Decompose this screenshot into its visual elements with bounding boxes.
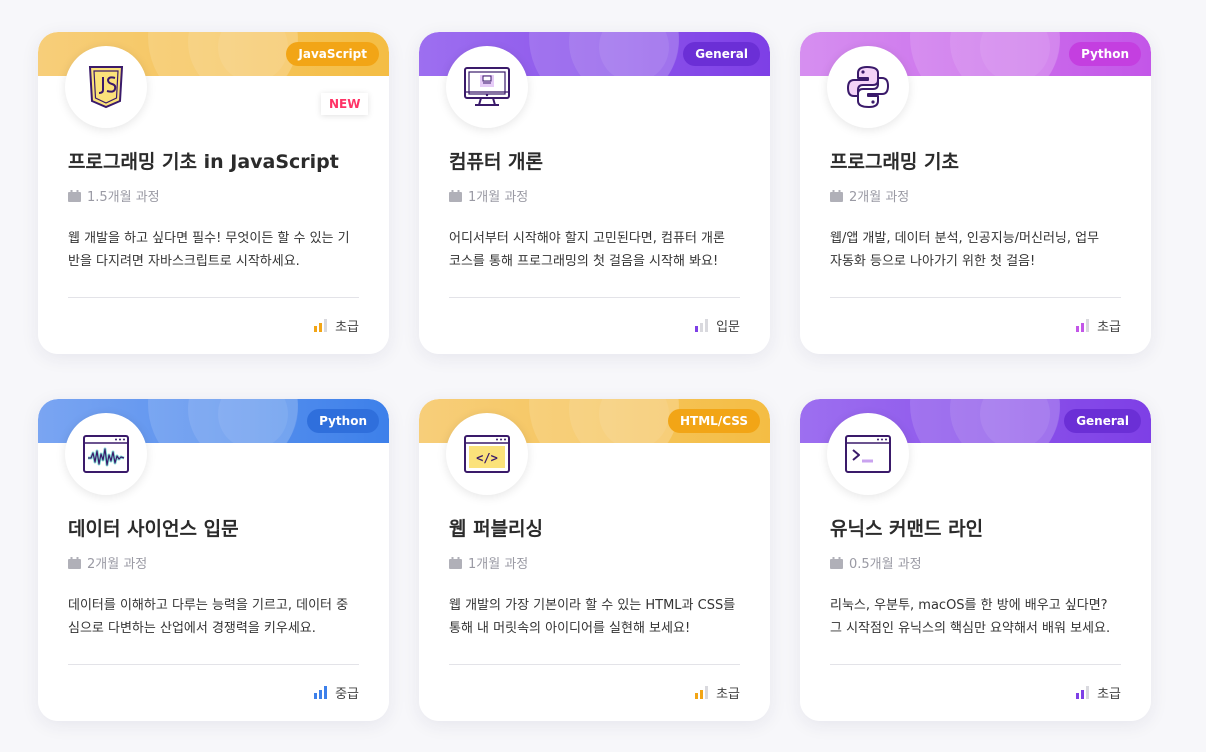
course-title: 유닉스 커맨드 라인: [830, 518, 984, 540]
course-level: 초급: [695, 683, 740, 702]
divider: [830, 297, 1121, 298]
level-label: 초급: [1097, 687, 1121, 702]
divider: [68, 297, 359, 298]
divider: [68, 664, 359, 665]
category-badge: JavaScript: [286, 42, 379, 66]
course-title: 프로그래밍 기초 in JavaScript: [68, 151, 339, 173]
divider: [449, 664, 740, 665]
new-badge: NEW: [321, 93, 369, 115]
duration-label: 1.5개월 과정: [87, 190, 160, 205]
level-label: 초급: [1097, 320, 1121, 335]
calendar-icon: [830, 556, 843, 569]
course-card-data-science[interactable]: Python 데이터 사이언스 입문 2개월 과정 데이터를 이해하고 다루는 …: [38, 399, 389, 721]
course-card-web-publishing[interactable]: HTML/CSS </> 웹 퍼블리싱 1개월 과정 웹 개발의 가장 기본이라…: [419, 399, 770, 721]
course-title: 데이터 사이언스 입문: [68, 518, 239, 540]
course-description: 웹 개발을 하고 싶다면 필수! 무엇이든 할 수 있는 기 반을 다지려면 자…: [68, 231, 350, 269]
category-badge: General: [683, 42, 760, 66]
level-bars-icon: [1076, 319, 1090, 332]
course-description: 웹/앱 개발, 데이터 분석, 인공지능/머신러닝, 업무 자동화 등으로 나아…: [830, 231, 1100, 269]
level-bars-icon: [695, 319, 709, 332]
course-level: 중급: [314, 683, 359, 702]
course-description: 어디서부터 시작해야 할지 고민된다면, 컴퓨터 개론 코스를 통해 프로그래밍…: [449, 231, 725, 269]
course-level: 초급: [1076, 683, 1121, 702]
level-bars-icon: [695, 686, 709, 699]
category-badge: General: [1064, 409, 1141, 433]
course-title: 웹 퍼블리싱: [449, 518, 544, 540]
course-duration: 2개월 과정: [830, 186, 909, 205]
javascript-icon: [65, 46, 147, 128]
course-description: 웹 개발의 가장 기본이라 할 수 있는 HTML과 CSS를 통해 내 머릿속…: [449, 598, 736, 636]
course-duration: 1개월 과정: [449, 553, 528, 572]
level-label: 초급: [716, 687, 740, 702]
course-card-unix-command-line[interactable]: General 유닉스 커맨드 라인 0.5개월 과정 리눅스, 우분투, ma…: [800, 399, 1151, 721]
level-bars-icon: [314, 319, 328, 332]
calendar-icon: [449, 189, 462, 202]
course-title: 프로그래밍 기초: [830, 151, 959, 173]
category-badge: Python: [1069, 42, 1141, 66]
duration-label: 2개월 과정: [849, 190, 910, 205]
duration-label: 1개월 과정: [468, 557, 529, 572]
calendar-icon: [449, 556, 462, 569]
course-duration: 2개월 과정: [68, 553, 147, 572]
code-window-icon: </>: [446, 413, 528, 495]
duration-label: 2개월 과정: [87, 557, 148, 572]
course-card-computer-intro[interactable]: General 컴퓨터 개론 1개월 과정 어디서부터 시작해야 할지 고민된다…: [419, 32, 770, 354]
svg-text:</>: </>: [476, 451, 498, 465]
divider: [830, 664, 1121, 665]
divider: [449, 297, 740, 298]
level-label: 초급: [335, 320, 359, 335]
level-label: 입문: [716, 320, 740, 335]
course-duration: 0.5개월 과정: [830, 553, 922, 572]
category-badge: HTML/CSS: [668, 409, 760, 433]
course-description: 리눅스, 우분투, macOS를 한 방에 배우고 싶다면? 그 시작점인 유닉…: [830, 598, 1111, 636]
course-level: 초급: [1076, 316, 1121, 335]
level-bars-icon: [314, 686, 328, 699]
course-title: 컴퓨터 개론: [449, 151, 544, 173]
computer-monitor-icon: [446, 46, 528, 128]
course-duration: 1개월 과정: [449, 186, 528, 205]
course-description: 데이터를 이해하고 다루는 능력을 기르고, 데이터 중 심으로 다변하는 산업…: [68, 598, 349, 636]
terminal-window-icon: [827, 413, 909, 495]
calendar-icon: [830, 189, 843, 202]
level-label: 중급: [335, 687, 359, 702]
duration-label: 0.5개월 과정: [849, 557, 922, 572]
waveform-window-icon: [65, 413, 147, 495]
calendar-icon: [68, 556, 81, 569]
course-level: 초급: [314, 316, 359, 335]
course-duration: 1.5개월 과정: [68, 186, 160, 205]
course-level: 입문: [695, 316, 740, 335]
calendar-icon: [68, 189, 81, 202]
duration-label: 1개월 과정: [468, 190, 529, 205]
course-card-javascript[interactable]: JavaScript NEW 프로그래밍 기초 in JavaScript 1.…: [38, 32, 389, 354]
course-card-programming-basics[interactable]: Python 프로그래밍 기초 2개월 과정 웹/앱 개발, 데이터 분석, 인…: [800, 32, 1151, 354]
python-icon: [827, 46, 909, 128]
level-bars-icon: [1076, 686, 1090, 699]
category-badge: Python: [307, 409, 379, 433]
